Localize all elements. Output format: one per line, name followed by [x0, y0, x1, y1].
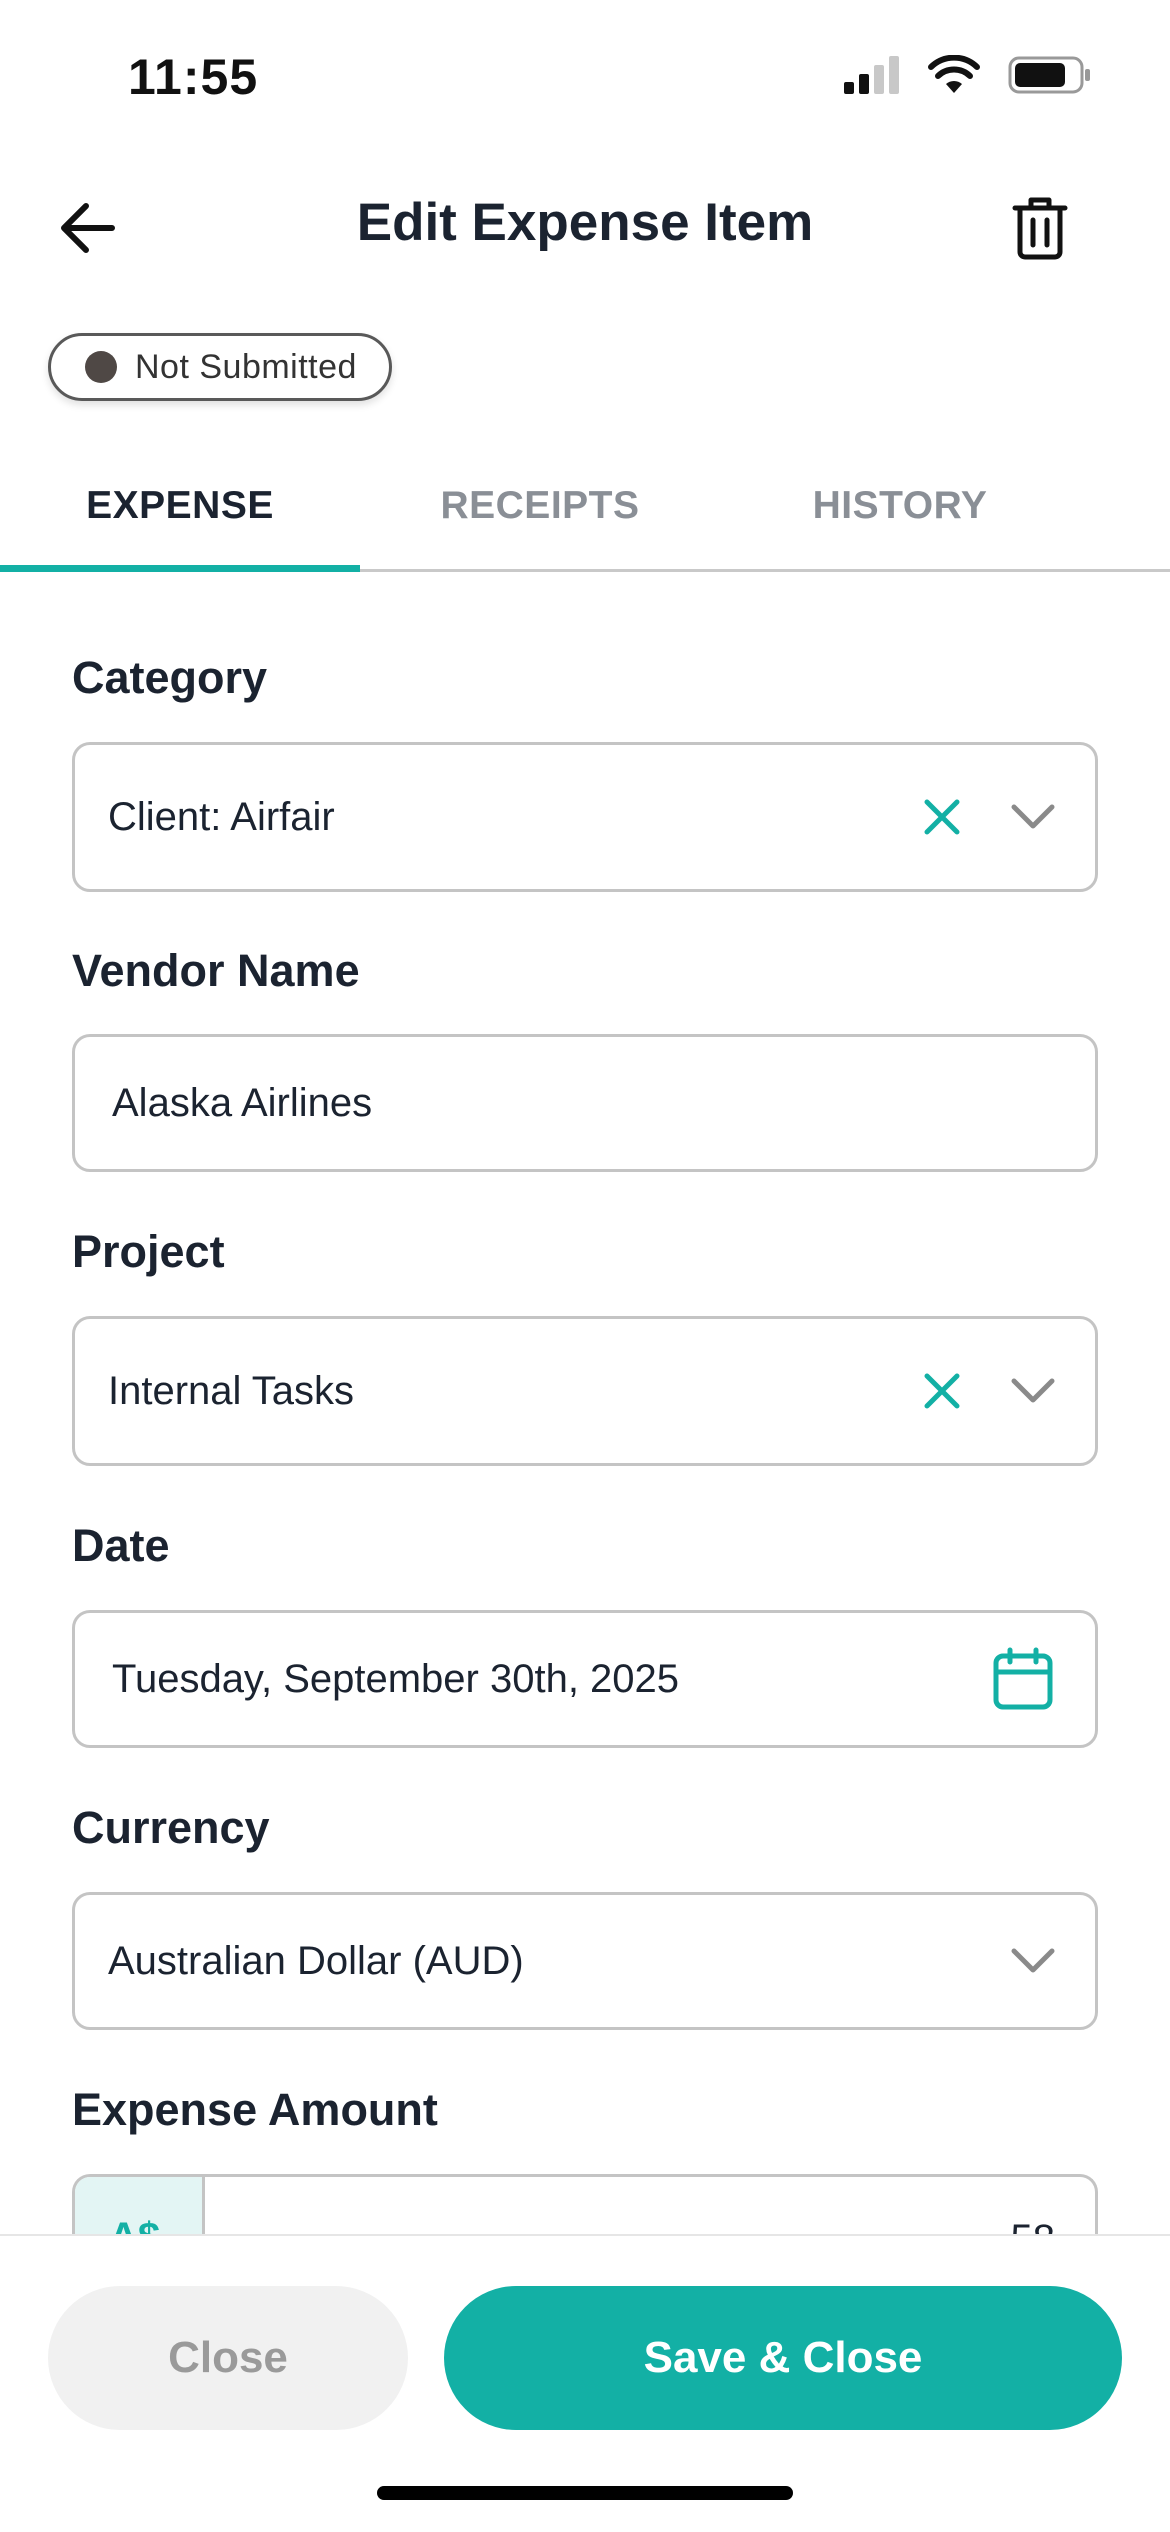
signal-icon — [844, 55, 900, 99]
vendor-name-label: Vendor Name — [72, 945, 360, 996]
page-title: Edit Expense Item — [356, 193, 814, 252]
vendor-name-value: Alaska Airlines — [112, 1080, 373, 1125]
chevron-down-icon[interactable] — [1007, 791, 1059, 843]
vendor-name-input[interactable]: Alaska Airlines — [72, 1034, 1098, 1172]
status-icons — [844, 52, 1092, 102]
date-picker[interactable]: Tuesday, September 30th, 2025 — [72, 1610, 1098, 1748]
date-value: Tuesday, September 30th, 2025 — [112, 1656, 680, 1701]
tab-history[interactable]: HISTORY — [720, 440, 1080, 572]
status-time: 11:55 — [128, 49, 259, 105]
category-select[interactable]: Client: Airfair — [72, 742, 1098, 892]
tab-expense[interactable]: EXPENSE — [0, 440, 360, 572]
wifi-icon — [928, 54, 980, 100]
status-badge: Not Submitted — [48, 333, 392, 401]
trash-icon — [1012, 197, 1068, 260]
date-label: Date — [72, 1520, 170, 1571]
tab-receipts[interactable]: RECEIPTS — [360, 440, 720, 572]
currency-label: Currency — [72, 1802, 270, 1853]
clear-icon[interactable] — [917, 1366, 967, 1416]
currency-select[interactable]: Australian Dollar (AUD) — [72, 1892, 1098, 2030]
currency-value: Australian Dollar (AUD) — [108, 1938, 524, 1983]
chevron-down-icon[interactable] — [1007, 1365, 1059, 1417]
home-indicator[interactable] — [377, 2486, 793, 2500]
status-badge-label: Not Submitted — [135, 347, 357, 386]
project-select[interactable]: Internal Tasks — [72, 1316, 1098, 1466]
tab-bar: EXPENSE RECEIPTS HISTORY — [0, 440, 1170, 572]
save-and-close-button[interactable]: Save & Close — [444, 2286, 1122, 2430]
category-value: Client: Airfair — [108, 794, 335, 839]
status-bar: 11:55 — [0, 0, 1170, 150]
expense-amount-label: Expense Amount — [72, 2084, 438, 2135]
project-label: Project — [72, 1226, 225, 1277]
status-dot — [85, 351, 117, 383]
project-value: Internal Tasks — [108, 1368, 355, 1413]
category-label: Category — [72, 652, 268, 703]
calendar-icon[interactable] — [991, 1647, 1055, 1711]
chevron-down-icon[interactable] — [1007, 1935, 1059, 1987]
close-button[interactable]: Close — [48, 2286, 408, 2430]
clear-icon[interactable] — [917, 792, 967, 842]
active-tab-indicator — [0, 565, 360, 572]
nav-bar: Edit Expense Item — [0, 170, 1170, 280]
battery-icon — [1008, 55, 1092, 100]
delete-button[interactable] — [1000, 184, 1080, 270]
